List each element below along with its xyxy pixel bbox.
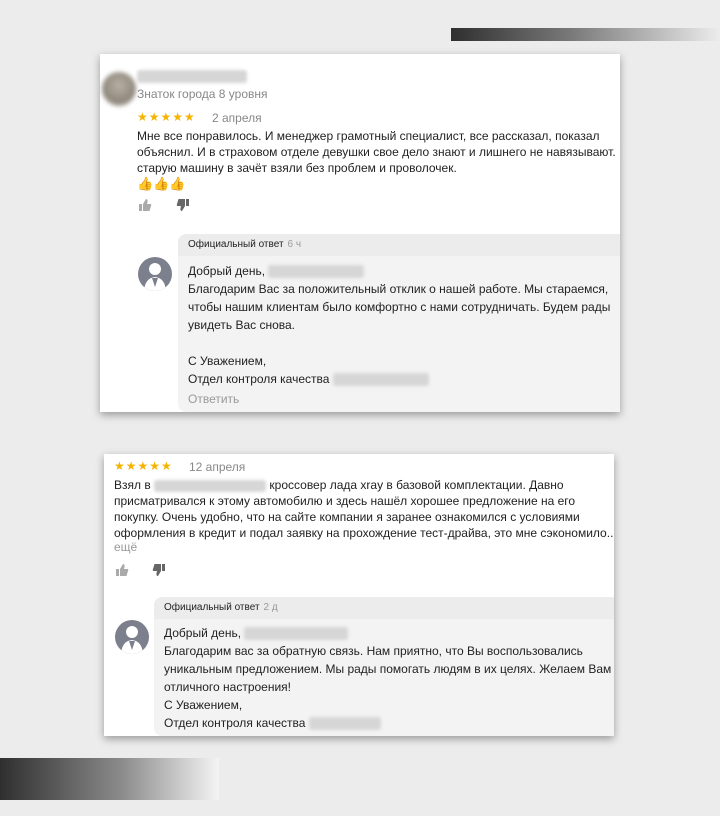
reviewer-name-blurred: [244, 627, 349, 641]
reply-greeting-line: Добрый день,: [188, 262, 620, 280]
official-reply-header: Официальный ответ 6 ч: [178, 234, 620, 256]
thumbs-emoji: 👍👍👍: [137, 176, 186, 191]
thumb-up-icon[interactable]: [138, 198, 152, 212]
official-reply-header: Официальный ответ 2 д: [154, 597, 614, 619]
thumb-down-icon[interactable]: [176, 198, 190, 212]
review-text: Взял в кроссовер лада xray в базовой ком…: [114, 478, 614, 540]
review-date: 12 апреля: [189, 460, 246, 474]
official-reply-label: Официальный ответ: [188, 239, 284, 250]
rating-stars: ★★★★★: [137, 110, 196, 124]
reply-signature: Отдел контроля качества: [188, 370, 620, 388]
company-avatar[interactable]: [115, 620, 149, 654]
review-text: Мне все понравилось. И менеджер грамотны…: [137, 129, 620, 175]
official-reply-body: Добрый день, Благодарим вас за обратную …: [154, 619, 614, 736]
author-name-blurred[interactable]: [137, 70, 247, 83]
thumb-down-icon[interactable]: [152, 563, 166, 577]
review-card-1: Знаток города 8 уровня ★★★★★ 2 апреля Мн…: [100, 54, 620, 412]
company-name-blurred: [308, 717, 381, 731]
reply-time: 6 ч: [287, 239, 302, 250]
reply-signature: Отдел контроля качества: [164, 714, 614, 732]
company-name-blurred: [332, 373, 429, 387]
rating-stars: ★★★★★: [114, 459, 173, 473]
author-level: Знаток города 8 уровня: [137, 87, 268, 101]
company-avatar[interactable]: [138, 257, 172, 291]
more-link[interactable]: ещё: [114, 540, 137, 554]
reply-greeting-line: Добрый день,: [164, 624, 614, 642]
dealer-name-blurred: [154, 479, 267, 492]
answer-link[interactable]: Ответить: [188, 390, 620, 408]
user-avatar[interactable]: [102, 72, 136, 106]
reviewer-name-blurred: [268, 265, 365, 279]
review-card-2: ★★★★★ 12 апреля Взял в кроссовер лада xr…: [104, 454, 614, 736]
reply-time: 2 д: [263, 602, 278, 613]
official-reply-label: Официальный ответ: [164, 602, 260, 613]
official-reply-body: Добрый день, Благодарим Вас за положител…: [178, 256, 620, 412]
thumb-up-icon[interactable]: [115, 563, 129, 577]
decorative-gradient-bar-top: [451, 28, 720, 41]
review-date: 2 апреля: [212, 111, 262, 125]
decorative-gradient-bar-bottom: [0, 758, 219, 800]
